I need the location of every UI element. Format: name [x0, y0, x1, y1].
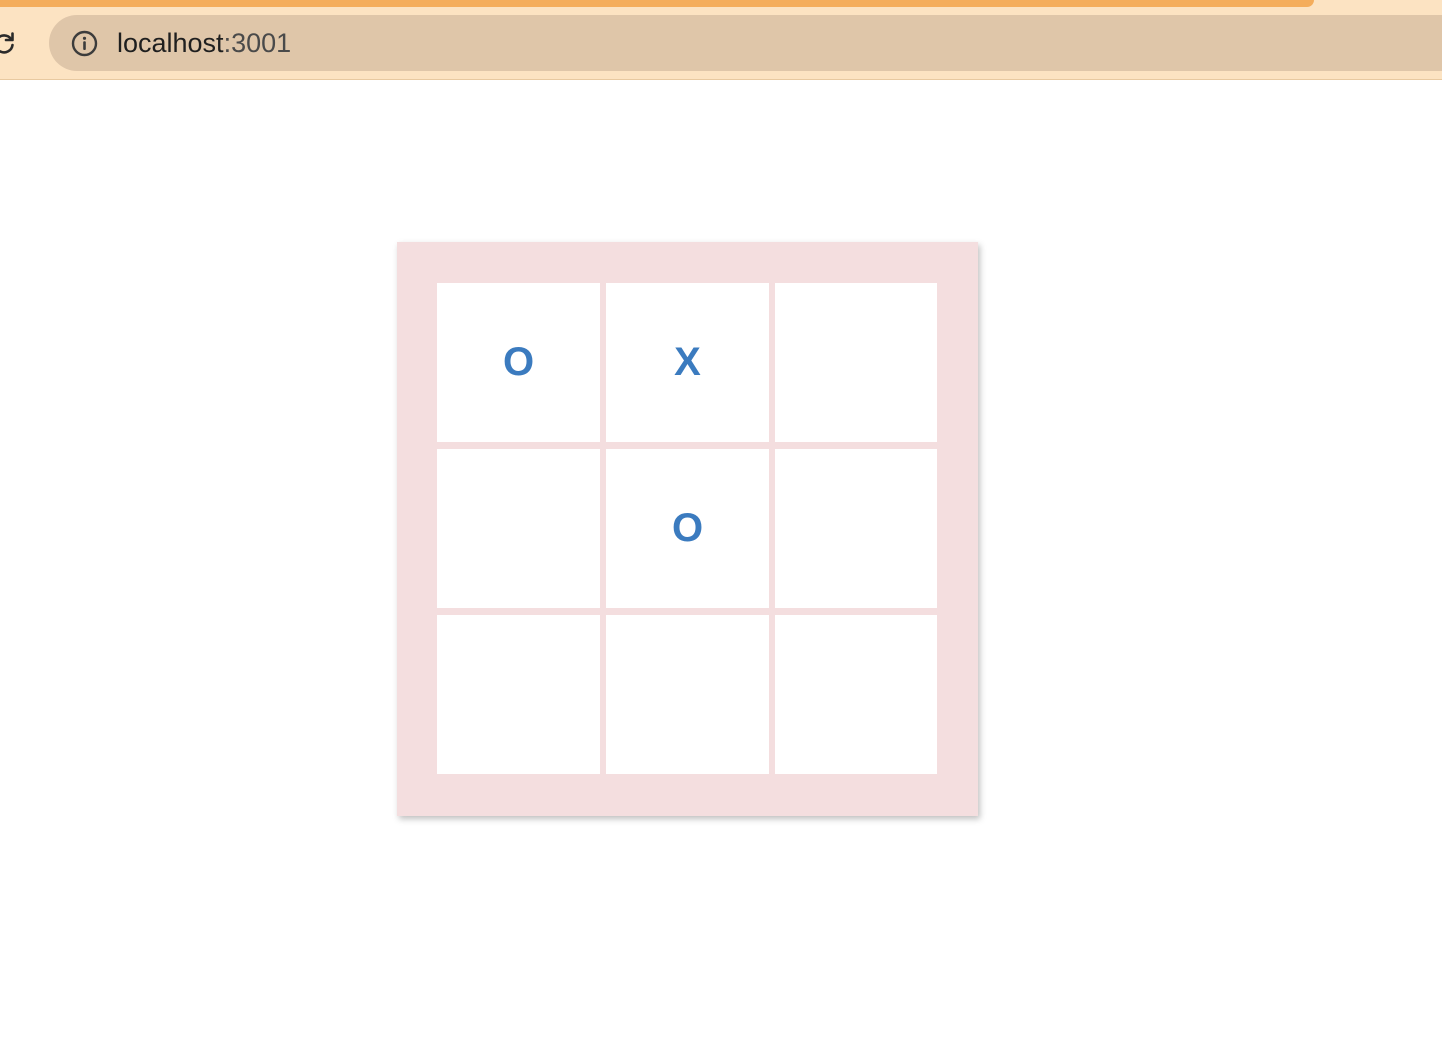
site-info-button[interactable]	[71, 30, 98, 57]
url-host: localhost	[117, 28, 224, 58]
address-bar[interactable]: localhost:3001	[49, 15, 1442, 71]
info-icon	[71, 30, 98, 57]
board-cell-3[interactable]	[775, 283, 937, 442]
game-board: O X O	[397, 242, 978, 816]
board-cell-9[interactable]	[775, 615, 937, 774]
url-text[interactable]: localhost:3001	[117, 28, 291, 58]
board-cell-1[interactable]: O	[437, 283, 600, 442]
board-cell-7[interactable]	[437, 615, 600, 774]
board-grid: O X O	[437, 283, 937, 774]
browser-toolbar: localhost:3001	[0, 0, 1442, 80]
board-cell-4[interactable]	[437, 449, 600, 608]
url-port: :3001	[223, 28, 292, 58]
board-cell-5[interactable]: O	[606, 449, 769, 608]
reload-icon	[0, 32, 14, 54]
tab-strip-accent	[0, 0, 1314, 7]
board-cell-2[interactable]: X	[606, 283, 769, 442]
board-cell-8[interactable]	[606, 615, 769, 774]
reload-button[interactable]	[0, 29, 18, 57]
board-cell-6[interactable]	[775, 449, 937, 608]
